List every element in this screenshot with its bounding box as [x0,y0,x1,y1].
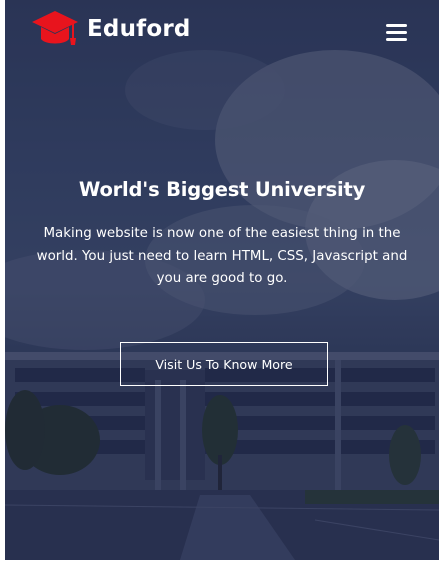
hero-subtitle: Making website is now one of the easiest… [36,226,408,286]
brand-name: Eduford [87,16,191,42]
page: Eduford World's Biggest University Makin… [0,0,439,563]
hamburger-menu-icon[interactable] [386,22,408,42]
brand-logo[interactable]: Eduford [31,9,191,49]
visit-us-button[interactable]: Visit Us To Know More [120,342,328,386]
navbar: Eduford [5,0,439,62]
graduation-cap-icon [32,11,78,45]
hero-content: World's Biggest University Making websit… [5,175,439,291]
hero-title: World's Biggest University [78,178,366,201]
